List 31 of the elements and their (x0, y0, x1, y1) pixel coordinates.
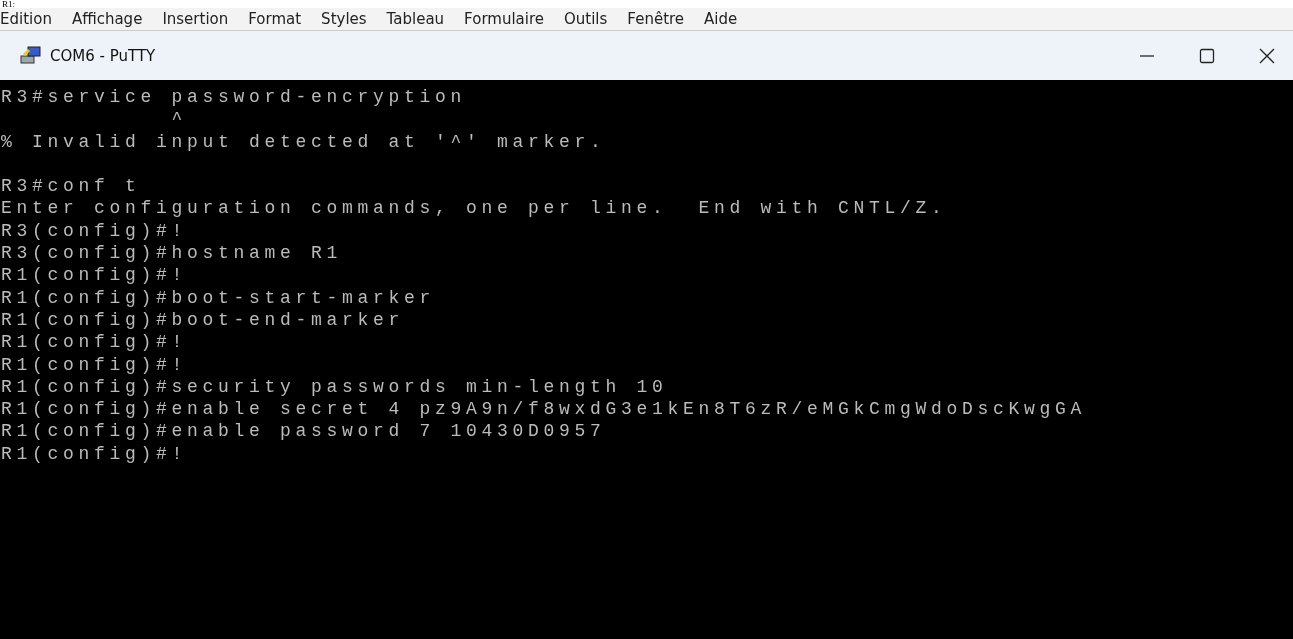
terminal-line: R1(config)#! (1, 265, 188, 286)
terminal-line: R1(config)#enable password 7 10430D0957 (1, 421, 606, 442)
terminal-line: R3(config)#hostname R1 (1, 243, 343, 264)
document-text: R1: (2, 0, 15, 9)
menu-item[interactable]: Format (248, 10, 302, 28)
terminal-line: R1(config)#boot-end-marker (1, 309, 405, 330)
close-icon[interactable] (1259, 47, 1275, 64)
maximize-icon[interactable] (1199, 47, 1215, 64)
terminal-line: R1(config)#! (1, 354, 188, 375)
menu-item[interactable]: Formulaire (464, 10, 544, 28)
terminal-line: R1(config)#boot-start-marker (1, 287, 436, 308)
terminal-line: R1(config)#enable secret 4 pz9A9n/f8wxdG3e1kEn8T6zR/eMGkCmgWdoDscKwgGA (1, 399, 1087, 420)
menu-item[interactable]: Fenêtre (627, 10, 685, 28)
window-title: COM6 - PuTTY (50, 46, 156, 65)
terminal-line: R3#service password-encryption (1, 87, 467, 107)
terminal-line: R1(config)#! (1, 443, 188, 464)
terminal-line: R3#conf t (1, 176, 141, 197)
terminal-line: R1(config)#! (1, 332, 188, 353)
terminal-line: R1(config)#security passwords min-length 10 (1, 376, 668, 397)
terminal-line: R3(config)#! (1, 220, 188, 241)
menu-item[interactable]: Tableau (386, 10, 445, 28)
terminal-line: Enter configuration commands, one per line. End with CNTL/Z. (1, 198, 947, 219)
computer-icon (20, 45, 42, 66)
menu-item[interactable]: Edition (0, 10, 52, 28)
terminal-line: ^ (170, 109, 188, 130)
menu-item[interactable]: Insertion (162, 10, 229, 28)
menu-item[interactable]: Affichage (71, 10, 143, 28)
menu-item[interactable]: Aide (704, 10, 738, 28)
menu-item[interactable]: Outils (564, 10, 608, 28)
terminal-line: % Invalid input detected at '^' marker. (1, 131, 606, 152)
menu-item[interactable]: Styles (321, 10, 367, 28)
